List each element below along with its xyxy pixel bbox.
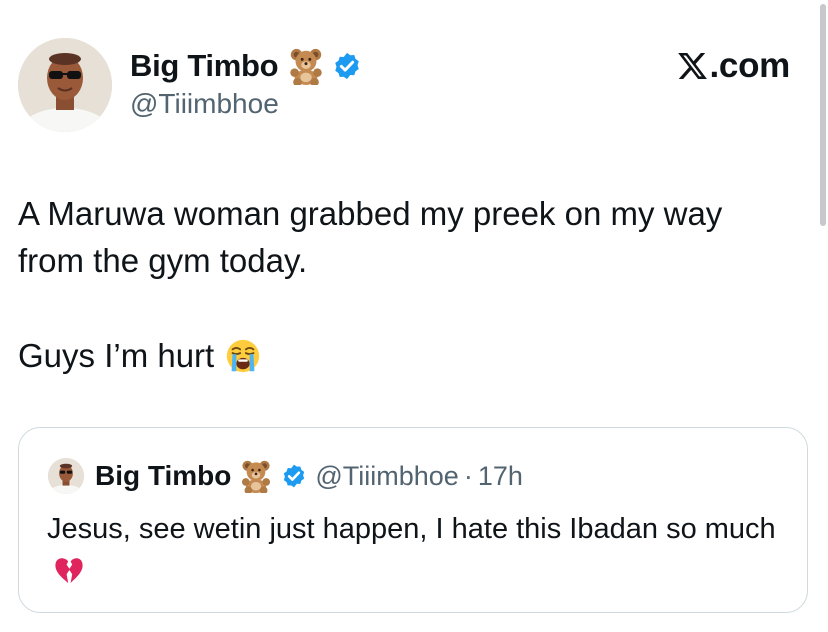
quoted-header: Big Timbo @Tiiimbhoe · 17h <box>95 456 523 496</box>
author-handle[interactable]: @Tiiimbhoe <box>130 88 279 120</box>
verified-badge-icon[interactable] <box>281 463 307 489</box>
tweet-text-line3-row: Guys I’m hurt <box>18 332 262 379</box>
tweet-text: A Maruwa woman grabbed my preek on my wa… <box>18 190 798 374</box>
tweet-text-line3: Guys I’m hurt <box>18 337 215 374</box>
verified-badge-icon[interactable] <box>332 51 362 81</box>
separator-dot: · <box>463 460 473 491</box>
tweet-text-line1: A Maruwa woman grabbed my preek on my wa… <box>18 195 723 232</box>
brand-watermark: .com <box>676 46 791 86</box>
quoted-author-avatar[interactable] <box>48 458 84 494</box>
author-name-row[interactable]: Big Timbo <box>130 46 362 86</box>
quoted-author-display-name[interactable]: Big Timbo <box>95 460 231 492</box>
teddy-bear-icon <box>287 47 325 85</box>
avatar-image <box>18 38 112 132</box>
quoted-tweet[interactable]: Big Timbo @Tiiimbhoe · 17h Jesus, see we… <box>18 427 808 613</box>
author-display-name[interactable]: Big Timbo <box>130 48 279 84</box>
quoted-tweet-text: Jesus, see wetin just happen, I hate thi… <box>47 508 787 598</box>
quoted-author-handle[interactable]: @Tiiimbhoe <box>315 461 458 492</box>
quoted-timestamp[interactable]: 17h <box>478 461 523 492</box>
quoted-tweet-text-content: Jesus, see wetin just happen, I hate thi… <box>47 513 776 545</box>
teddy-bear-icon <box>239 459 273 493</box>
brand-domain: .com <box>709 46 791 85</box>
loudly-crying-face-icon <box>224 337 262 375</box>
scrollbar[interactable] <box>820 4 826 226</box>
author-avatar[interactable] <box>18 38 112 132</box>
x-logo-icon <box>676 50 709 82</box>
broken-heart-icon <box>53 556 85 598</box>
tweet-text-line2: from the gym today. <box>18 242 308 279</box>
quoted-avatar-image <box>48 458 84 494</box>
